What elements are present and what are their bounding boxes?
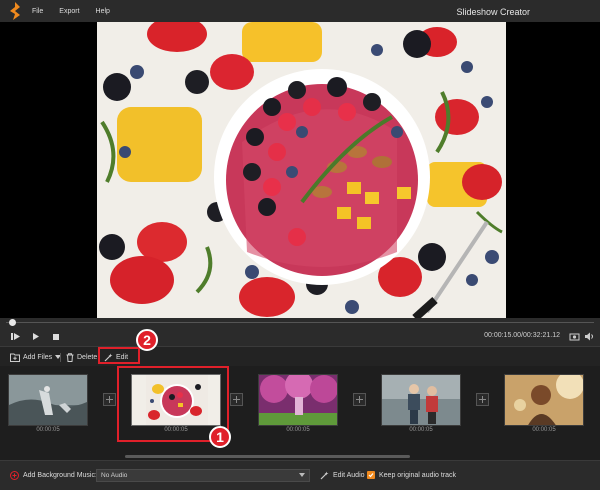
edit-audio-label: Edit Audio [333, 472, 365, 479]
chevron-down-icon [299, 473, 305, 477]
add-background-music-button[interactable]: Add Background Music: [10, 471, 97, 480]
delete-label: Delete [77, 353, 98, 361]
bottom-bar: Add Background Music: No Audio Edit Audi… [0, 460, 600, 490]
transition-icon [233, 396, 240, 403]
clip-thumbnail-1[interactable] [8, 374, 88, 426]
trash-icon [66, 352, 74, 362]
keep-original-audio-toggle[interactable]: Keep original audio track [367, 471, 456, 479]
playback-timecode: 00:00:15.00/00:32:21.12 [484, 332, 560, 339]
menu-file[interactable]: File [32, 8, 43, 15]
checkbox-checked-icon[interactable] [367, 471, 375, 479]
clip-duration-4: 00:00:05 [409, 427, 433, 433]
transition-slot-1[interactable] [103, 393, 116, 406]
edit-highlight-box [98, 347, 140, 364]
transition-slot-2[interactable] [230, 393, 243, 406]
add-files-label: Add Files [23, 353, 53, 361]
clip-duration-1: 00:00:05 [36, 427, 60, 433]
player-controls: 00:00:15.00/00:32:21.12 [0, 327, 600, 346]
toolbar-divider [60, 353, 61, 362]
play-icon[interactable] [30, 331, 41, 342]
step-badge-2: 2 [136, 329, 158, 351]
audio-select-value: No Audio [101, 472, 128, 479]
title-bar: File Export Help Slideshow Creator [0, 0, 600, 22]
transition-slot-3[interactable] [353, 393, 366, 406]
timeline: 00:00:05 00:00:05 00:00:05 00:00:05 00:0… [0, 366, 600, 460]
timeline-scrollbar[interactable] [125, 455, 410, 458]
transition-slot-4[interactable] [476, 393, 489, 406]
clip-thumbnail-3[interactable] [258, 374, 338, 426]
add-circle-icon [10, 471, 19, 480]
stop-icon[interactable] [50, 331, 61, 342]
playback-progress[interactable] [0, 318, 600, 327]
keep-original-audio-label: Keep original audio track [379, 471, 457, 479]
menu-export[interactable]: Export [59, 8, 79, 15]
progress-track [6, 322, 594, 323]
add-folder-icon [10, 353, 20, 362]
app-logo-icon [10, 2, 20, 20]
menu-bar: File Export Help [32, 0, 110, 22]
transition-icon [106, 396, 113, 403]
edit-audio-button[interactable]: Edit Audio [320, 471, 365, 480]
clip-thumbnail-5[interactable] [504, 374, 584, 426]
transition-icon [356, 396, 363, 403]
step-badge-1: 1 [209, 426, 231, 448]
clip-duration-3: 00:00:05 [286, 427, 310, 433]
audio-select[interactable]: No Audio [96, 469, 310, 482]
clip-duration-5: 00:00:05 [532, 427, 556, 433]
step-play-icon[interactable] [10, 331, 21, 342]
preview-image [97, 22, 506, 318]
transition-icon [479, 396, 486, 403]
timeline-toolbar: Add Files Delete Edit [0, 346, 600, 366]
magic-wand-icon [320, 471, 329, 480]
progress-handle[interactable] [9, 319, 16, 326]
delete-button[interactable]: Delete [66, 351, 97, 363]
menu-help[interactable]: Help [96, 8, 110, 15]
volume-icon[interactable] [584, 331, 595, 342]
preview-area [0, 22, 600, 318]
clip-thumbnail-4[interactable] [381, 374, 461, 426]
snapshot-icon[interactable] [569, 331, 580, 342]
add-background-music-label: Add Background Music: [23, 472, 97, 479]
add-files-button[interactable]: Add Files [10, 351, 62, 363]
app-title: Slideshow Creator [456, 7, 530, 17]
